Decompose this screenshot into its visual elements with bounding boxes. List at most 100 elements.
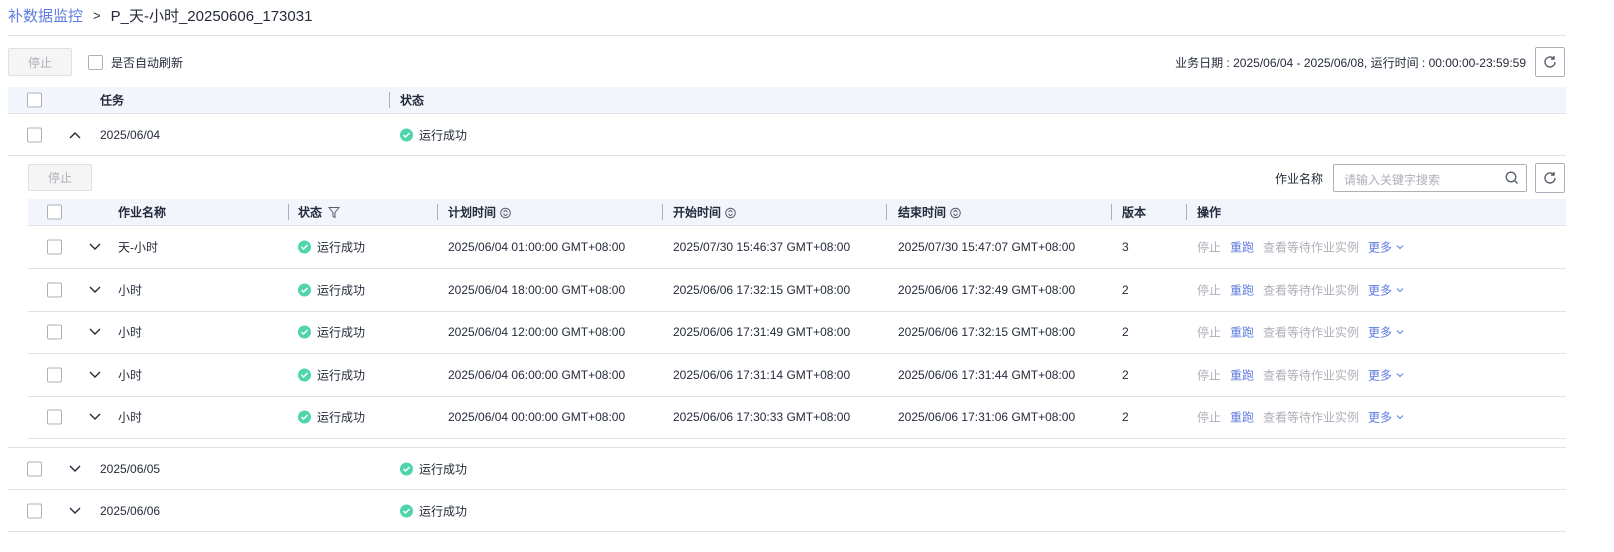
more-dropdown[interactable]: 更多 <box>1368 239 1404 256</box>
column-divider <box>886 204 887 220</box>
success-icon <box>298 410 311 424</box>
success-icon <box>298 240 311 254</box>
view-waiting-instances-link[interactable]: 查看等待作业实例 <box>1263 281 1359 298</box>
header-task: 任务 <box>100 93 125 108</box>
rerun-link[interactable]: 重跑 <box>1230 324 1254 341</box>
task-date: 2025/06/05 <box>100 461 161 476</box>
rerun-link[interactable]: 重跑 <box>1230 366 1254 383</box>
chevron-down-icon <box>1396 330 1404 335</box>
refresh-button[interactable] <box>1535 47 1565 77</box>
version: 2 <box>1122 410 1129 425</box>
job-name: 小时 <box>118 325 143 340</box>
plan-time: 2025/06/04 01:00:00 GMT+08:00 <box>448 240 626 254</box>
chevron-up-icon[interactable] <box>69 131 81 139</box>
stop-link[interactable]: 停止 <box>1197 281 1221 298</box>
sort-icon[interactable] <box>950 208 961 219</box>
more-dropdown[interactable]: 更多 <box>1368 409 1404 426</box>
view-waiting-instances-link[interactable]: 查看等待作业实例 <box>1263 239 1359 256</box>
status-badge: 运行成功 <box>400 126 467 143</box>
header-status: 状态 <box>298 204 341 221</box>
expand-toggle[interactable] <box>89 413 101 421</box>
breadcrumb-parent-link[interactable]: 补数据监控 <box>8 5 83 26</box>
job-refresh-button[interactable] <box>1535 163 1565 193</box>
job-search-input[interactable] <box>1344 170 1494 184</box>
stop-link[interactable]: 停止 <box>1197 409 1221 426</box>
auto-refresh-checkbox[interactable]: 是否自动刷新 <box>88 54 183 71</box>
row-operations: 停止 重跑 查看等待作业实例 更多 <box>1197 324 1404 341</box>
task-group-row[interactable]: 2025/06/05 运行成功 <box>8 448 1566 490</box>
refresh-icon <box>1544 56 1556 68</box>
expand-toggle[interactable] <box>69 465 81 473</box>
stop-link[interactable]: 停止 <box>1197 366 1221 383</box>
row-checkbox[interactable] <box>47 409 62 425</box>
status-badge: 运行成功 <box>400 502 467 519</box>
select-all-jobs-checkbox[interactable] <box>47 204 62 220</box>
row-checkbox[interactable] <box>27 461 42 476</box>
expand-toggle[interactable] <box>69 131 81 139</box>
row-checkbox[interactable] <box>47 282 62 298</box>
expand-toggle[interactable] <box>89 328 101 336</box>
header-start-time[interactable]: 开始时间 <box>673 204 736 221</box>
version: 2 <box>1122 282 1129 297</box>
header-plan-time[interactable]: 计划时间 <box>448 204 511 221</box>
row-checkbox[interactable] <box>47 324 62 340</box>
chevron-down-icon[interactable] <box>89 286 101 294</box>
chevron-down-icon[interactable] <box>69 507 81 515</box>
rerun-link[interactable]: 重跑 <box>1230 239 1254 256</box>
select-all-checkbox[interactable] <box>27 92 42 108</box>
more-dropdown[interactable]: 更多 <box>1368 366 1404 383</box>
more-dropdown[interactable]: 更多 <box>1368 324 1404 341</box>
sort-icon[interactable] <box>500 208 511 219</box>
expand-toggle[interactable] <box>89 286 101 294</box>
success-icon <box>298 325 311 339</box>
view-waiting-instances-link[interactable]: 查看等待作业实例 <box>1263 366 1359 383</box>
column-divider <box>1186 204 1187 220</box>
sort-icon[interactable] <box>725 208 736 219</box>
checkbox[interactable] <box>88 55 103 70</box>
job-name: 小时 <box>118 368 143 383</box>
task-group-row[interactable]: 2025/06/04 运行成功 <box>8 114 1566 156</box>
header-end-time[interactable]: 结束时间 <box>898 204 961 221</box>
more-dropdown[interactable]: 更多 <box>1368 281 1404 298</box>
refresh-icon <box>1544 172 1556 184</box>
success-icon <box>400 462 413 475</box>
stop-link[interactable]: 停止 <box>1197 239 1221 256</box>
rerun-link[interactable]: 重跑 <box>1230 409 1254 426</box>
start-time: 2025/07/30 15:46:37 GMT+08:00 <box>673 240 851 254</box>
task-date: 2025/06/04 <box>100 127 161 142</box>
filter-icon[interactable] <box>328 206 341 218</box>
chevron-down-icon <box>1396 415 1404 420</box>
start-time: 2025/06/06 17:31:49 GMT+08:00 <box>673 325 851 340</box>
end-time: 2025/07/30 15:47:07 GMT+08:00 <box>898 240 1076 254</box>
chevron-down-icon[interactable] <box>89 371 101 379</box>
expand-toggle[interactable] <box>89 243 101 251</box>
divider <box>8 35 1566 36</box>
rerun-link[interactable]: 重跑 <box>1230 281 1254 298</box>
chevron-down-icon[interactable] <box>89 328 101 336</box>
job-table-header: 作业名称 状态 计划时间 开始时间 结束时间 版本 操作 <box>28 199 1566 226</box>
row-checkbox[interactable] <box>47 367 62 383</box>
job-row: 小时 运行成功 2025/06/04 00:00:00 GMT+08:00 20… <box>28 396 1566 440</box>
job-stop-button[interactable]: 停止 <box>28 164 92 191</box>
stop-link[interactable]: 停止 <box>1197 324 1221 341</box>
start-time: 2025/06/06 17:32:15 GMT+08:00 <box>673 282 851 297</box>
row-checkbox[interactable] <box>47 239 62 255</box>
chevron-down-icon[interactable] <box>89 243 101 251</box>
stop-button[interactable]: 停止 <box>8 48 72 76</box>
search-icon[interactable] <box>1505 171 1519 185</box>
expand-toggle[interactable] <box>89 371 101 379</box>
view-waiting-instances-link[interactable]: 查看等待作业实例 <box>1263 324 1359 341</box>
expand-toggle[interactable] <box>69 507 81 515</box>
status-badge: 运行成功 <box>298 409 365 426</box>
row-operations: 停止 重跑 查看等待作业实例 更多 <box>1197 281 1404 298</box>
breadcrumb: 补数据监控 > P_天-小时_20250606_173031 <box>8 5 312 26</box>
success-icon <box>298 283 311 297</box>
task-group-row[interactable]: 2025/06/06 运行成功 <box>8 490 1566 532</box>
chevron-down-icon[interactable] <box>89 413 101 421</box>
column-divider <box>288 204 289 220</box>
view-waiting-instances-link[interactable]: 查看等待作业实例 <box>1263 409 1359 426</box>
chevron-down-icon[interactable] <box>69 465 81 473</box>
row-checkbox[interactable] <box>27 127 42 142</box>
row-checkbox[interactable] <box>27 503 42 518</box>
job-name: 小时 <box>118 283 143 298</box>
